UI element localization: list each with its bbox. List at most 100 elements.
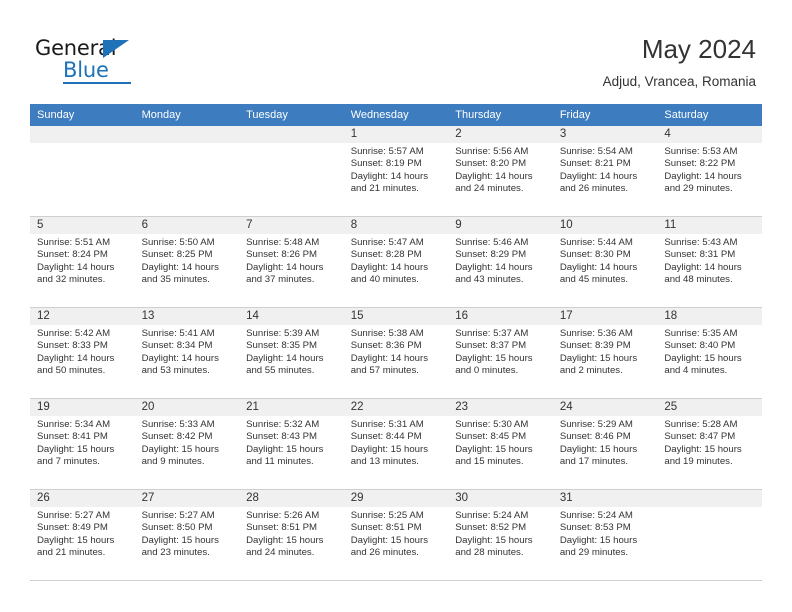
sunset-text: Sunset: 8:30 PM [559, 249, 631, 261]
calendar-day-cell[interactable]: 11 Sunrise: 5:43 AM Sunset: 8:31 PM Dayligh… [657, 216, 762, 308]
sunset-text: Sunset: 8:25 PM [141, 249, 213, 261]
daylight-text-line1: Daylight: 14 hours [246, 261, 324, 273]
calendar-cell-inner [134, 126, 240, 216]
calendar-day-cell[interactable]: 5 Sunrise: 5:51 AM Sunset: 8:24 PM Daylight… [30, 216, 135, 308]
day-details: Sunrise: 5:31 AM Sunset: 8:44 PM Daylight:… [344, 416, 449, 469]
sunrise-text: Sunrise: 5:31 AM [350, 419, 424, 430]
sunrise-text: Sunrise: 5:26 AM [246, 510, 320, 521]
calendar-day-cell[interactable]: 21 Sunrise: 5:32 AM Sunset: 8:43 PM Dayligh… [239, 398, 344, 490]
calendar-cell-inner: 21 Sunrise: 5:32 AM Sunset: 8:43 PM Dayligh… [239, 399, 344, 489]
calendar-day-cell[interactable]: 23 Sunrise: 5:30 AM Sunset: 8:45 PM Dayligh… [448, 398, 553, 490]
weekday-header-row: Sunday Monday Tuesday Wednesday Thursday… [30, 104, 762, 126]
daylight-text-line1: Daylight: 15 hours [37, 534, 115, 546]
calendar-day-cell[interactable]: 25 Sunrise: 5:28 AM Sunset: 8:47 PM Dayligh… [657, 398, 762, 490]
daylight-text-line2: and 9 minutes. [141, 456, 205, 468]
day-number: 13 [134, 308, 240, 325]
calendar-day-cell[interactable]: 17 Sunrise: 5:36 AM Sunset: 8:39 PM Dayligh… [552, 307, 658, 399]
calendar-day-cell[interactable]: 29 Sunrise: 5:25 AM Sunset: 8:51 PM Dayligh… [343, 489, 449, 581]
calendar-day-cell[interactable]: 10 Sunrise: 5:44 AM Sunset: 8:30 PM Dayligh… [552, 216, 658, 308]
calendar-day-cell[interactable]: 26 Sunrise: 5:27 AM Sunset: 8:49 PM Dayligh… [30, 489, 135, 581]
calendar-day-cell[interactable]: 31 Sunrise: 5:24 AM Sunset: 8:53 PM Dayligh… [552, 489, 658, 581]
day-details: Sunrise: 5:24 AM Sunset: 8:52 PM Daylight:… [448, 507, 553, 560]
calendar-day-cell[interactable]: 12 Sunrise: 5:42 AM Sunset: 8:33 PM Dayligh… [30, 307, 135, 399]
day-details: Sunrise: 5:25 AM Sunset: 8:51 PM Daylight:… [344, 507, 449, 560]
sunrise-text: Sunrise: 5:34 AM [37, 419, 111, 430]
day-number: 2 [448, 126, 553, 143]
calendar-day-cell[interactable]: 6 Sunrise: 5:50 AM Sunset: 8:25 PM Daylight… [134, 216, 240, 308]
day-number [30, 126, 135, 143]
calendar-day-cell[interactable]: 22 Sunrise: 5:31 AM Sunset: 8:44 PM Dayligh… [343, 398, 449, 490]
calendar-cell-inner: 31 Sunrise: 5:24 AM Sunset: 8:53 PM Dayligh… [552, 490, 658, 580]
calendar-day-cell[interactable]: 3 Sunrise: 5:54 AM Sunset: 8:21 PM Daylight… [552, 126, 658, 217]
calendar-cell-inner: 5 Sunrise: 5:51 AM Sunset: 8:24 PM Daylight… [30, 217, 135, 307]
day-details: Sunrise: 5:27 AM Sunset: 8:50 PM Daylight:… [135, 507, 240, 560]
day-details: Sunrise: 5:46 AM Sunset: 8:29 PM Daylight:… [448, 234, 553, 287]
sunset-text: Sunset: 8:42 PM [141, 431, 213, 443]
sunrise-text: Sunrise: 5:35 AM [664, 328, 738, 339]
day-details: Sunrise: 5:27 AM Sunset: 8:49 PM Daylight:… [30, 507, 135, 560]
daylight-text-line2: and 19 minutes. [664, 456, 733, 468]
sunrise-text: Sunrise: 5:42 AM [37, 328, 111, 339]
daylight-text-line1: Daylight: 14 hours [350, 352, 429, 364]
day-number: 31 [552, 490, 658, 507]
day-details: Sunrise: 5:24 AM Sunset: 8:53 PM Daylight:… [553, 507, 658, 560]
day-number: 15 [343, 308, 449, 325]
calendar-cell-inner: 15 Sunrise: 5:38 AM Sunset: 8:36 PM Dayligh… [343, 308, 449, 398]
sunrise-text: Sunrise: 5:24 AM [455, 510, 529, 521]
sunrise-text: Sunrise: 5:32 AM [246, 419, 320, 430]
calendar-day-cell[interactable]: 27 Sunrise: 5:27 AM Sunset: 8:50 PM Dayligh… [134, 489, 240, 581]
page-subtitle: Adjud, Vrancea, Romania [602, 74, 756, 89]
daylight-text-line2: and 24 minutes. [455, 183, 524, 195]
calendar-day-cell[interactable]: 14 Sunrise: 5:39 AM Sunset: 8:35 PM Dayligh… [239, 307, 344, 399]
day-number: 17 [552, 308, 658, 325]
calendar-day-cell[interactable]: 15 Sunrise: 5:38 AM Sunset: 8:36 PM Dayligh… [343, 307, 449, 399]
calendar-day-cell[interactable]: 30 Sunrise: 5:24 AM Sunset: 8:52 PM Dayligh… [448, 489, 553, 581]
daylight-text-line2: and 24 minutes. [246, 547, 315, 559]
calendar-day-cell[interactable]: 18 Sunrise: 5:35 AM Sunset: 8:40 PM Dayligh… [657, 307, 762, 399]
calendar-day-cell[interactable]: 9 Sunrise: 5:46 AM Sunset: 8:29 PM Daylight… [448, 216, 553, 308]
daylight-text-line1: Daylight: 14 hours [664, 170, 742, 182]
daylight-text-line1: Daylight: 14 hours [559, 170, 638, 182]
calendar-day-cell[interactable]: 20 Sunrise: 5:33 AM Sunset: 8:42 PM Dayligh… [134, 398, 240, 490]
sunset-text: Sunset: 8:47 PM [664, 431, 736, 443]
day-details: Sunrise: 5:39 AM Sunset: 8:35 PM Daylight:… [239, 325, 344, 378]
calendar-day-cell[interactable]: 28 Sunrise: 5:26 AM Sunset: 8:51 PM Dayligh… [239, 489, 344, 581]
calendar-day-cell[interactable]: 16 Sunrise: 5:37 AM Sunset: 8:37 PM Dayligh… [448, 307, 553, 399]
day-number: 5 [30, 217, 135, 234]
calendar-cell-inner: 23 Sunrise: 5:30 AM Sunset: 8:45 PM Dayligh… [448, 399, 553, 489]
logo-text-blue: Blue [63, 58, 109, 82]
calendar-day-cell[interactable]: 2 Sunrise: 5:56 AM Sunset: 8:20 PM Daylight… [448, 126, 553, 217]
calendar-day-cell[interactable]: 24 Sunrise: 5:29 AM Sunset: 8:46 PM Dayligh… [552, 398, 658, 490]
calendar-day-cell[interactable]: 13 Sunrise: 5:41 AM Sunset: 8:34 PM Dayligh… [134, 307, 240, 399]
day-number: 16 [448, 308, 553, 325]
day-details: Sunrise: 5:44 AM Sunset: 8:30 PM Daylight:… [553, 234, 658, 287]
daylight-text-line1: Daylight: 15 hours [141, 534, 219, 546]
sunset-text: Sunset: 8:29 PM [455, 249, 527, 261]
day-details: Sunrise: 5:47 AM Sunset: 8:28 PM Daylight:… [344, 234, 449, 287]
calendar-day-cell[interactable]: 4 Sunrise: 5:53 AM Sunset: 8:22 PM Daylight… [657, 126, 762, 217]
calendar-day-cell[interactable]: 1 Sunrise: 5:57 AM Sunset: 8:19 PM Daylight… [343, 126, 449, 217]
daylight-text-line2: and 0 minutes. [455, 365, 519, 377]
calendar-day-cell[interactable]: 19 Sunrise: 5:34 AM Sunset: 8:41 PM Dayligh… [30, 398, 135, 490]
sunset-text: Sunset: 8:31 PM [664, 249, 736, 261]
daylight-text-line1: Daylight: 15 hours [455, 352, 533, 364]
daylight-text-line2: and 11 minutes. [246, 456, 314, 468]
sunrise-text: Sunrise: 5:28 AM [664, 419, 738, 430]
daylight-text-line2: and 7 minutes. [37, 456, 100, 468]
daylight-text-line1: Daylight: 15 hours [141, 443, 219, 455]
calendar-day-cell[interactable]: 7 Sunrise: 5:48 AM Sunset: 8:26 PM Daylight… [239, 216, 344, 308]
daylight-text-line2: and 50 minutes. [37, 365, 106, 377]
day-number [134, 126, 240, 143]
daylight-text-line1: Daylight: 15 hours [664, 352, 742, 364]
sunset-text: Sunset: 8:35 PM [246, 340, 318, 352]
daylight-text-line2: and 53 minutes. [141, 365, 210, 377]
calendar-cell-inner: 20 Sunrise: 5:33 AM Sunset: 8:42 PM Dayligh… [134, 399, 240, 489]
calendar-cell-inner: 29 Sunrise: 5:25 AM Sunset: 8:51 PM Dayligh… [343, 490, 449, 580]
triangle-icon [103, 40, 129, 58]
daylight-text-line2: and 23 minutes. [141, 547, 210, 559]
daylight-text-line2: and 21 minutes. [37, 547, 106, 559]
sunset-text: Sunset: 8:43 PM [246, 431, 318, 443]
day-details: Sunrise: 5:38 AM Sunset: 8:36 PM Daylight:… [344, 325, 449, 378]
sunset-text: Sunset: 8:28 PM [350, 249, 422, 261]
calendar-day-cell[interactable]: 8 Sunrise: 5:47 AM Sunset: 8:28 PM Daylight… [343, 216, 449, 308]
